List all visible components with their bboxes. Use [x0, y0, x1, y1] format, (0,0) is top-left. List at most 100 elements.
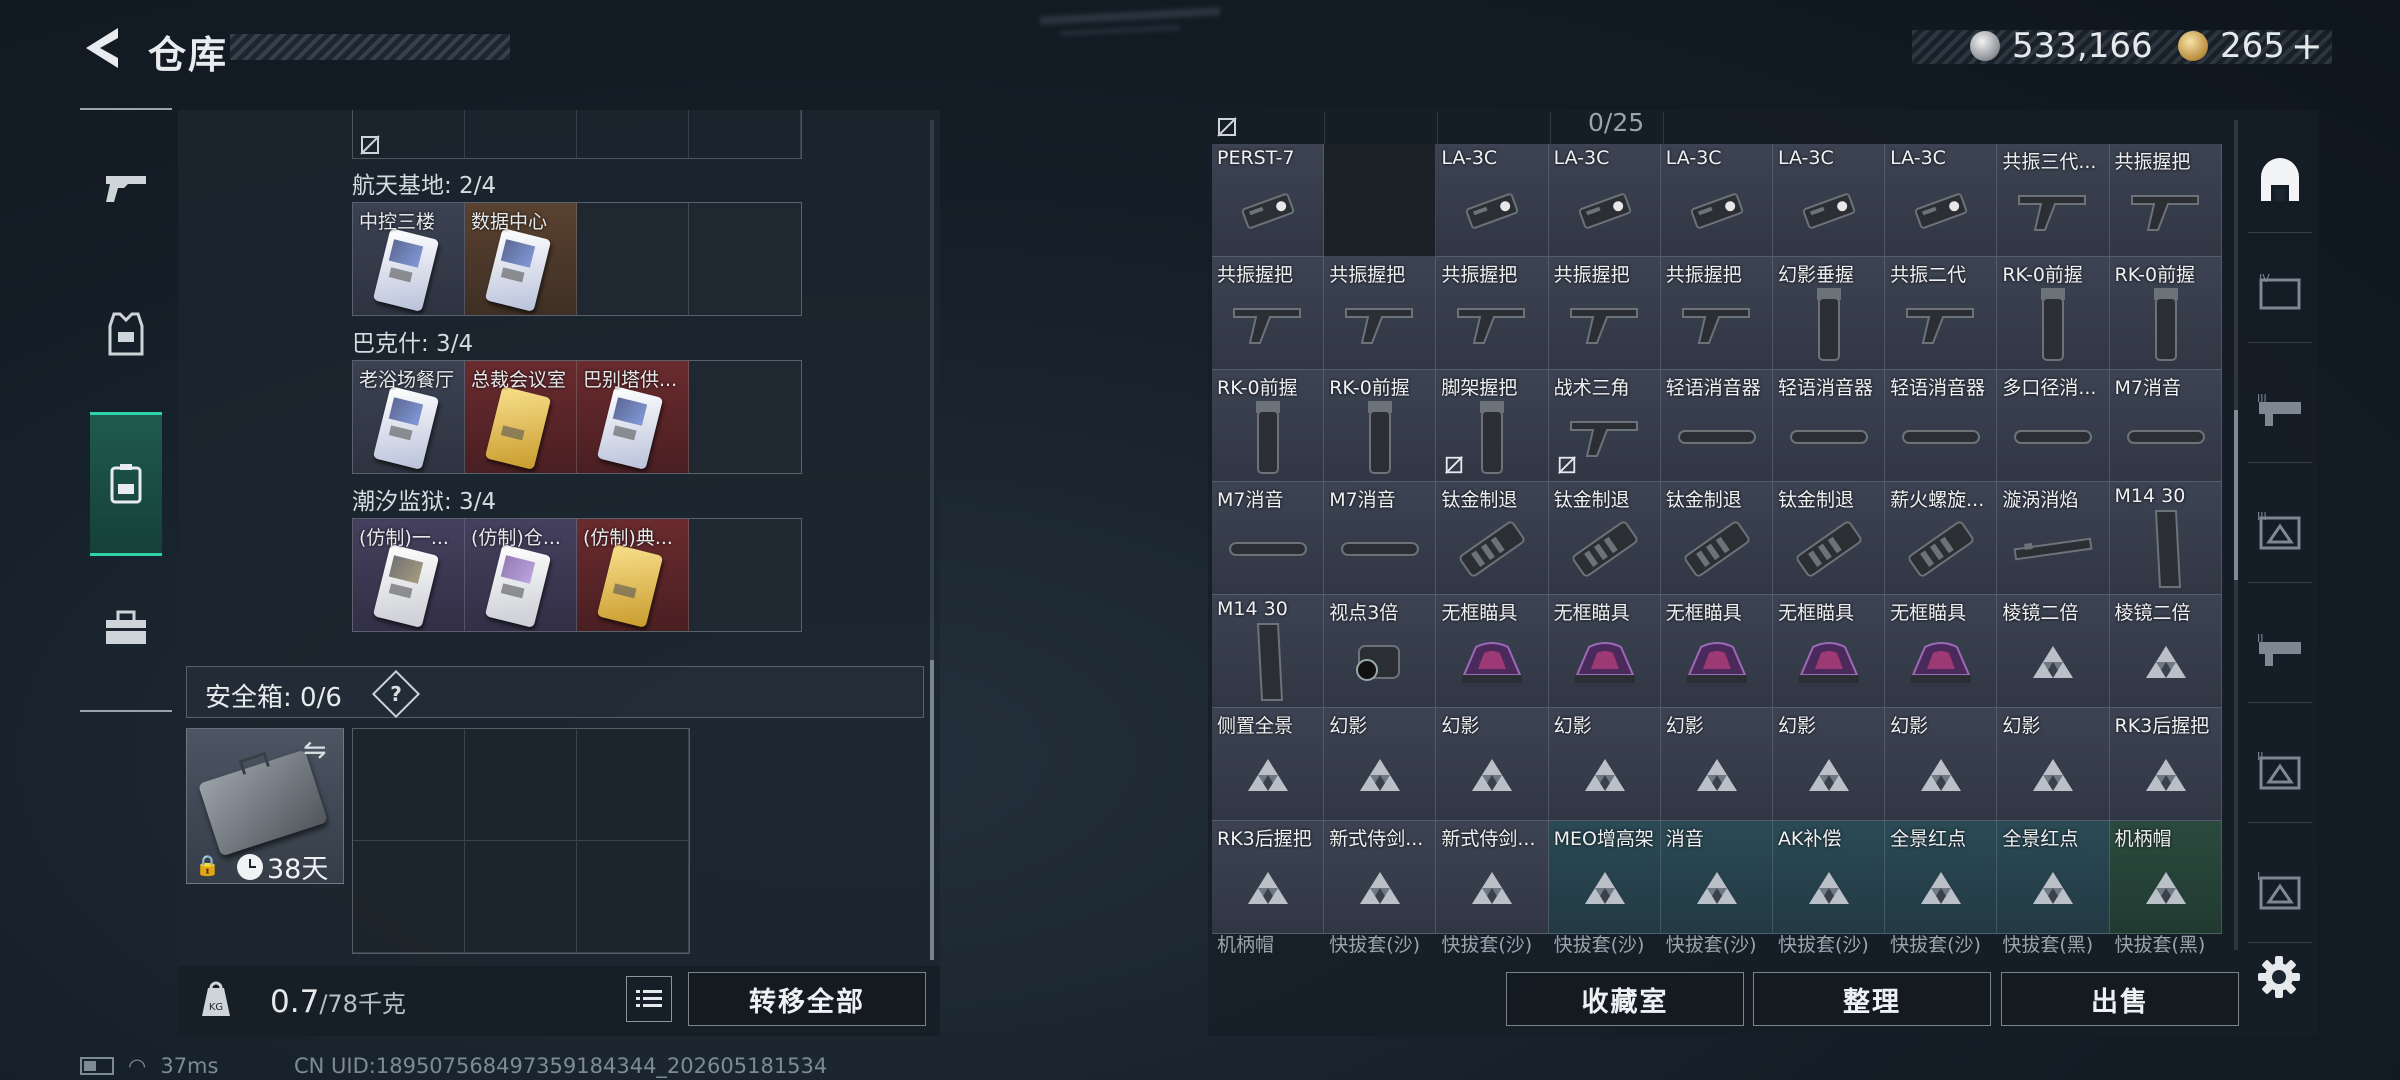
list-view-button[interactable]: [626, 976, 672, 1022]
safe-box-item[interactable]: ⇋ 🔒 38天: [186, 728, 344, 885]
key-card[interactable]: 中控三楼: [353, 203, 465, 315]
stash-item[interactable]: LA-3C: [1772, 144, 1886, 257]
stash-item[interactable]: 无框瞄具: [1548, 595, 1661, 708]
stash-item[interactable]: 脚架握把: [1436, 369, 1549, 483]
stash-item[interactable]: M14 30: [2109, 482, 2222, 596]
stash-item[interactable]: RK-0前握: [1212, 369, 1325, 483]
card-slot[interactable]: [577, 110, 689, 158]
nav-weapons[interactable]: [90, 152, 162, 224]
empty-card-slot[interactable]: [689, 361, 801, 473]
stash-item-name-partial[interactable]: 机柄帽: [1212, 930, 1324, 956]
stash-item[interactable]: M14 30: [1212, 595, 1325, 708]
key-card[interactable]: 数据中心: [465, 203, 577, 315]
stash-item[interactable]: PERST-7: [1212, 144, 1325, 257]
stash-item[interactable]: 共振握把: [1212, 256, 1325, 370]
stash-item-name-partial[interactable]: 快拔套(沙): [1885, 930, 1997, 956]
stash-scrollbar-thumb[interactable]: [2234, 410, 2238, 580]
stash-item[interactable]: 消音: [1660, 820, 1773, 934]
stash-item[interactable]: 轻语消音器: [1885, 369, 1998, 483]
stash-item[interactable]: 幻影: [1772, 707, 1886, 821]
stash-item-name-partial[interactable]: 快拔套(沙): [1436, 930, 1548, 956]
stash-item[interactable]: 共振二代: [1885, 256, 1998, 370]
stash-item[interactable]: 幻影垂握: [1772, 256, 1886, 370]
stash-item[interactable]: AK补偿: [1772, 820, 1886, 934]
stash-item[interactable]: 幻影: [1324, 707, 1437, 821]
add-currency-button[interactable]: +: [2291, 24, 2323, 68]
stash-item[interactable]: 侧置全景: [1212, 707, 1325, 821]
key-card[interactable]: (仿制)典...: [577, 519, 689, 631]
stash-item[interactable]: RK3后握把: [2109, 707, 2222, 821]
stash-item[interactable]: 薪火螺旋...: [1885, 482, 1998, 596]
empty-card-slot[interactable]: [689, 203, 801, 315]
nav-keys[interactable]: [90, 412, 162, 556]
stash-item[interactable]: 战术三角: [1548, 369, 1661, 483]
stash-item-name-partial[interactable]: 快拔套(黑): [2110, 930, 2222, 956]
key-card[interactable]: (仿制)仓...: [465, 519, 577, 631]
stash-item[interactable]: LA-3C: [1436, 144, 1549, 257]
key-card[interactable]: (仿制)一...: [353, 519, 465, 631]
stash-item-name-partial[interactable]: 快拔套(沙): [1773, 930, 1885, 956]
stash-page-4[interactable]: IV: [2248, 242, 2312, 343]
sell-button[interactable]: 出售: [2001, 972, 2239, 1026]
stash-item[interactable]: 视点3倍: [1324, 595, 1437, 708]
stash-item[interactable]: 棱镜二倍: [1997, 595, 2110, 708]
transfer-all-button[interactable]: 转移全部: [688, 972, 926, 1026]
stash-item[interactable]: LA-3C: [1885, 144, 1998, 257]
stash-item[interactable]: 无框瞄具: [1660, 595, 1773, 708]
stash-item[interactable]: 棱镜二倍: [2109, 595, 2222, 708]
stash-page-2a[interactable]: II: [2248, 602, 2312, 703]
empty-stash-slot[interactable]: [1324, 144, 1437, 257]
stash-item[interactable]: 漩涡消焰: [1997, 482, 2110, 596]
stash-item[interactable]: 共振握把: [1436, 256, 1549, 370]
safe-slot[interactable]: [353, 841, 465, 953]
safe-slot[interactable]: [465, 841, 577, 953]
stash-item[interactable]: 机柄帽: [2109, 820, 2222, 934]
card-slot[interactable]: [353, 110, 465, 158]
card-slot[interactable]: [689, 110, 801, 158]
stash-item[interactable]: 无框瞄具: [1885, 595, 1998, 708]
stash-item-name-partial[interactable]: 快拔套(沙): [1549, 930, 1661, 956]
stash-item[interactable]: RK-0前握: [1997, 256, 2110, 370]
stash-item[interactable]: 幻影: [1436, 707, 1549, 821]
card-slot[interactable]: [465, 110, 577, 158]
stash-item[interactable]: 共振握把: [1548, 256, 1661, 370]
swap-icon[interactable]: ⇋: [303, 733, 326, 766]
stash-item[interactable]: LA-3C: [1660, 144, 1773, 257]
stash-item[interactable]: 共振握把: [1324, 256, 1437, 370]
stash-item[interactable]: 全景红点: [1997, 820, 2110, 934]
stash-item-name-partial[interactable]: 快拔套(沙): [1324, 930, 1436, 956]
stash-item[interactable]: 无框瞄具: [1772, 595, 1886, 708]
stash-item[interactable]: LA-3C: [1548, 144, 1661, 257]
stash-page-3a[interactable]: III: [2248, 362, 2312, 463]
stash-item[interactable]: 新式侍剑...: [1436, 820, 1549, 934]
stash-item[interactable]: 共振握把: [1660, 256, 1773, 370]
stash-item[interactable]: M7消音: [1324, 482, 1437, 596]
stash-item[interactable]: 无框瞄具: [1436, 595, 1549, 708]
stash-item[interactable]: 钛金制退: [1772, 482, 1886, 596]
stash-item[interactable]: 幻影: [1885, 707, 1998, 821]
stash-page-all[interactable]: [2248, 132, 2312, 233]
safe-slot[interactable]: [353, 729, 465, 841]
stash-page-2b[interactable]: II: [2248, 722, 2312, 823]
key-card[interactable]: 巴别塔供...: [577, 361, 689, 473]
empty-card-slot[interactable]: [689, 519, 801, 631]
safe-slot[interactable]: [577, 729, 689, 841]
sort-button[interactable]: 整理: [1753, 972, 1991, 1026]
left-scrollbar-thumb[interactable]: [930, 660, 934, 960]
stash-item[interactable]: 轻语消音器: [1660, 369, 1773, 483]
nav-supplies[interactable]: [90, 592, 162, 664]
stash-item[interactable]: 幻影: [1548, 707, 1661, 821]
safe-slot[interactable]: [465, 729, 577, 841]
stash-item[interactable]: 全景红点: [1885, 820, 1998, 934]
stash-page-1[interactable]: I: [2248, 842, 2312, 943]
help-button[interactable]: ?: [371, 669, 421, 719]
settings-gear-icon[interactable]: [2256, 954, 2302, 1000]
stash-item[interactable]: RK-0前握: [1324, 369, 1437, 483]
nav-equipment[interactable]: [90, 298, 162, 370]
stash-item[interactable]: 多口径消...: [1997, 369, 2110, 483]
stash-item[interactable]: 幻影: [1997, 707, 2110, 821]
stash-item[interactable]: 幻影: [1660, 707, 1773, 821]
stash-item[interactable]: 新式侍剑...: [1324, 820, 1437, 934]
key-card[interactable]: 老浴场餐厅: [353, 361, 465, 473]
safe-slot[interactable]: [577, 841, 689, 953]
